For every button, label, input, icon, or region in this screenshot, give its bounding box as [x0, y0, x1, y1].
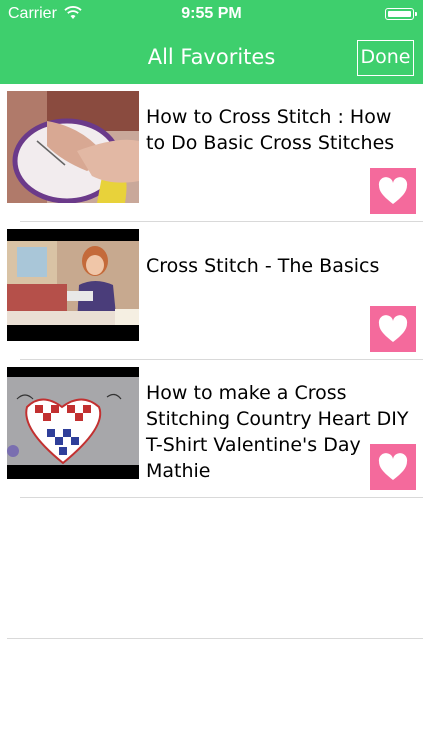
heart-icon: [378, 315, 408, 342]
item-title: Cross Stitch - The Basics: [146, 255, 380, 277]
heart-icon: [378, 177, 408, 204]
battery-icon: [385, 8, 417, 20]
favorite-button[interactable]: [370, 168, 416, 214]
heart-icon: [378, 453, 408, 480]
favorite-button[interactable]: [370, 444, 416, 490]
clock: 9:55 PM: [181, 5, 242, 22]
done-button[interactable]: Done: [357, 40, 414, 76]
navigation-bar: All Favorites Done: [0, 28, 423, 84]
list-item[interactable]: Cross Stitch - The Basics: [0, 222, 423, 360]
favorite-button[interactable]: [370, 306, 416, 352]
video-thumbnail[interactable]: [7, 367, 139, 479]
row-divider: [20, 497, 423, 498]
list-end-divider: [7, 638, 423, 639]
list-item[interactable]: How to make a Cross Stitching Country He…: [0, 360, 423, 498]
list-item[interactable]: How to Cross Stitch : How to Do Basic Cr…: [0, 84, 423, 222]
status-bar: Carrier 9:55 PM: [0, 0, 423, 28]
video-thumbnail[interactable]: [7, 229, 139, 341]
item-title: How to Cross Stitch : How to Do Basic Cr…: [146, 106, 395, 154]
video-thumbnail[interactable]: [7, 91, 139, 203]
